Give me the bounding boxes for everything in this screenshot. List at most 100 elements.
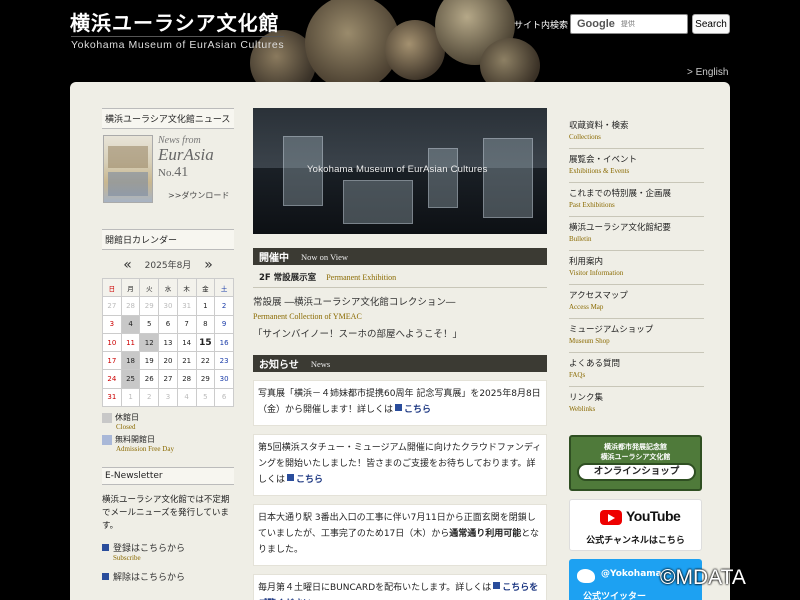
english-link[interactable]: > English [687, 67, 728, 78]
news-heading: 横浜ユーラシア文化館ニュース [102, 108, 234, 129]
site-title[interactable]: 横浜ユーラシア文化館 [70, 7, 280, 36]
exhibit-title-link[interactable]: 常設展 ―横浜ユーラシア文化館コレクション― [253, 294, 547, 308]
newsletter-cover-image[interactable] [103, 135, 153, 203]
online-shop-banner[interactable]: 横浜都市発展記念館 横浜ユーラシア文化館 オンラインショップ [569, 435, 702, 491]
exhibit-welcome-link[interactable]: 「サインバイノー！スーホの部屋へようこそ！」 [253, 326, 547, 340]
calendar-day-closed: 12 [139, 332, 160, 353]
news-item-bold: 通常通り利用可能 [449, 529, 522, 539]
nav-label[interactable]: 展覧会・イベント [569, 153, 704, 165]
unsubscribe-label[interactable]: 解除はこちらから [113, 573, 185, 583]
subscribe-label[interactable]: 登録はこちらから [113, 544, 185, 554]
nav-label-en: Past Exhibitions [569, 201, 615, 209]
nav-label-en: Bulletin [569, 235, 592, 243]
nav-label[interactable]: 収蔵資料・検索 [569, 119, 704, 131]
calendar-day: 24 [102, 369, 122, 389]
calendar-day: 3 [158, 387, 178, 408]
news-issue-prefix: No. [158, 167, 175, 179]
calendar-day: 5 [195, 387, 216, 408]
search-button[interactable]: Search [692, 14, 730, 34]
calendar-day: 28 [176, 369, 197, 389]
link-icon [287, 474, 295, 481]
calendar-day: 16 [214, 332, 234, 353]
weekday-thu: 木 [176, 277, 197, 298]
weekday-mon: 月 [120, 277, 141, 298]
calendar-day: 6 [158, 314, 178, 334]
calendar-next-icon[interactable]: » [204, 257, 213, 273]
calendar-day: 4 [176, 387, 197, 408]
nav-label-en: Visitor Information [569, 269, 624, 277]
exhibit-floor-heading: 2F 常設展示室 Permanent Exhibition [253, 271, 547, 288]
nav-faqs[interactable]: よくある質問 FAQs [569, 353, 704, 387]
nav-access-map[interactable]: アクセスマップ Access Map [569, 285, 704, 319]
nav-museum-shop[interactable]: ミュージアムショップ Museum Shop [569, 319, 704, 353]
nav-collections[interactable]: 収蔵資料・検索 Collections [569, 115, 704, 149]
calendar-day: 23 [214, 351, 234, 371]
calendar-day: 31 [102, 387, 122, 408]
search-placeholder: 提供 [620, 20, 635, 28]
nav-label-en: Museum Shop [569, 337, 610, 345]
exhibit-floor-jp: 2F 常設展示室 [259, 273, 317, 283]
calendar-day: 20 [158, 351, 178, 371]
calendar-day: 26 [139, 369, 160, 389]
nav-label[interactable]: 利用案内 [569, 255, 704, 267]
nav-label[interactable]: ミュージアムショップ [569, 323, 704, 335]
news-item-link[interactable]: こちら [404, 405, 431, 415]
news-bar-en: News [310, 358, 331, 369]
google-logo: Google [577, 18, 615, 30]
search-input[interactable]: Google 提供 [570, 14, 688, 34]
calendar-day: 29 [139, 296, 160, 316]
nav-label-en: FAQs [569, 371, 586, 379]
news-issue-number: 41 [174, 165, 189, 180]
unsubscribe-link[interactable]: 解除はこちらから [102, 570, 234, 583]
link-icon [102, 573, 109, 581]
weekday-sun: 日 [102, 277, 122, 298]
legend-closed-jp: 休館日 [115, 413, 139, 423]
calendar-prev-icon[interactable]: « [123, 257, 132, 273]
nav-visitor-info[interactable]: 利用案内 Visitor Information [569, 251, 704, 285]
weekday-tue: 火 [139, 277, 160, 298]
calendar-day: 1 [195, 296, 216, 316]
right-nav: 収蔵資料・検索 Collections 展覧会・イベント Exhibitions &… [569, 115, 704, 600]
calendar-day: 1 [120, 387, 141, 408]
site-subtitle: Yokohama Museum of EurAsian Cultures [71, 36, 285, 51]
coins-header-image [250, 0, 580, 82]
news-item-text: 毎月第４土曜日にBUNCARDを配布いたします。詳しくは [258, 583, 492, 593]
link-icon [395, 404, 403, 411]
nav-label[interactable]: アクセスマップ [569, 289, 704, 301]
nav-label[interactable]: よくある質問 [569, 357, 704, 369]
subscribe-link[interactable]: 登録はこちらから [102, 541, 234, 554]
weekday-wed: 水 [158, 277, 178, 298]
nav-label[interactable]: 横浜ユーラシア文化館紀要 [569, 221, 704, 233]
calendar-heading: 開館日カレンダー [102, 229, 234, 250]
calendar-day: 2 [214, 296, 234, 316]
link-icon [493, 582, 501, 589]
site-header: 横浜ユーラシア文化館 Yokohama Museum of EurAsian C… [0, 0, 800, 82]
search-label: サイト内検索 [514, 21, 569, 31]
newsletter-promo[interactable]: News from EurAsia No.41 >>ダウンロード [102, 133, 234, 215]
calendar-nav: « 2025年8月 » [102, 257, 234, 273]
calendar-day: 30 [214, 369, 234, 389]
nav-label[interactable]: リンク集 [569, 391, 704, 403]
shop-line-1: 横浜都市発展記念館 [604, 443, 667, 451]
youtube-banner[interactable]: YouTube 公式チャンネルはこちら [569, 499, 702, 551]
news-download-link[interactable]: >>ダウンロード [168, 190, 229, 201]
nav-past-exhibitions[interactable]: これまでの特別展・企画展 Past Exhibitions [569, 183, 704, 217]
calendar-legend: 休館日 Closed 無料開館日 Admission Free Day [102, 412, 234, 453]
nav-label[interactable]: これまでの特別展・企画展 [569, 187, 704, 199]
nav-exhibitions[interactable]: 展覧会・イベント Exhibitions & Events [569, 149, 704, 183]
calendar-grid: 日 月 火 水 木 金 土 27 28 29 30 31 1 2 3 4 5 6… [102, 277, 234, 408]
nav-weblinks[interactable]: リンク集 Weblinks [569, 387, 704, 421]
calendar-day: 7 [176, 314, 197, 334]
calendar-day: 9 [214, 314, 234, 334]
calendar-day: 14 [176, 332, 197, 353]
legend-free-jp: 無料開館日 [115, 435, 155, 445]
legend-closed-en: Closed [116, 423, 136, 432]
news-item-link[interactable]: こちら [296, 475, 323, 485]
nav-label-en: Weblinks [569, 405, 596, 413]
nav-bulletin[interactable]: 横浜ユーラシア文化館紀要 Bulletin [569, 217, 704, 251]
calendar-day: 29 [195, 369, 216, 389]
calendar-day: 27 [102, 296, 122, 316]
weekday-sat: 土 [214, 277, 234, 298]
news-item: 写真展「横浜－４姉妹都市提携60周年 記念写真展」を2025年8月8日（金）から… [253, 380, 547, 426]
calendar-month: 2025年8月 [144, 261, 192, 271]
